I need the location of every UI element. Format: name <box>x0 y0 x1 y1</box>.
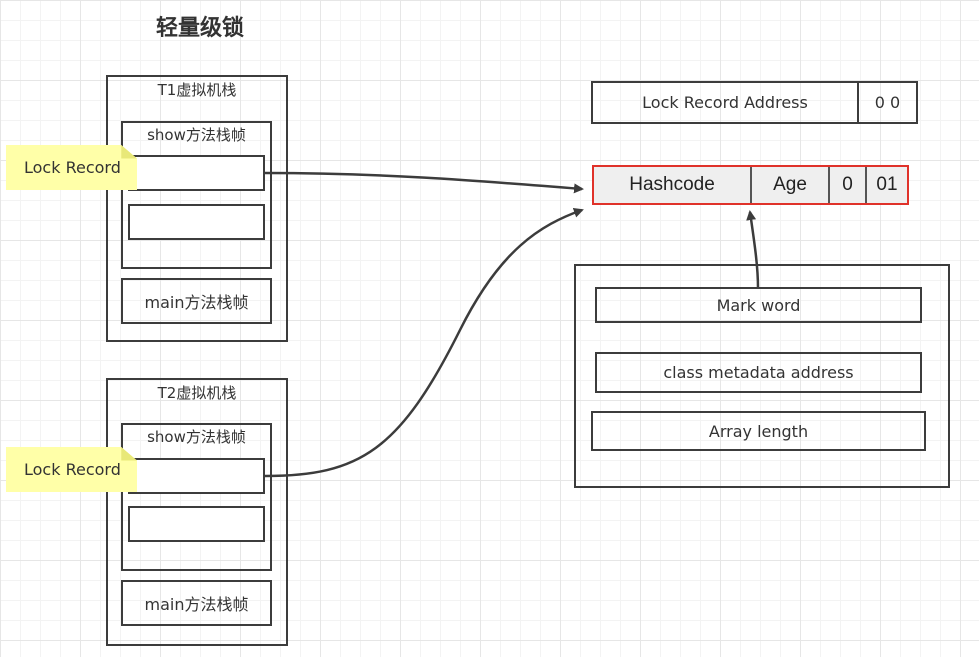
t2-lock-record-arrow <box>264 207 584 478</box>
t1-lock-record-arrow <box>264 171 584 194</box>
mark-word-arrow <box>746 210 760 289</box>
connector-arrows <box>264 171 760 478</box>
